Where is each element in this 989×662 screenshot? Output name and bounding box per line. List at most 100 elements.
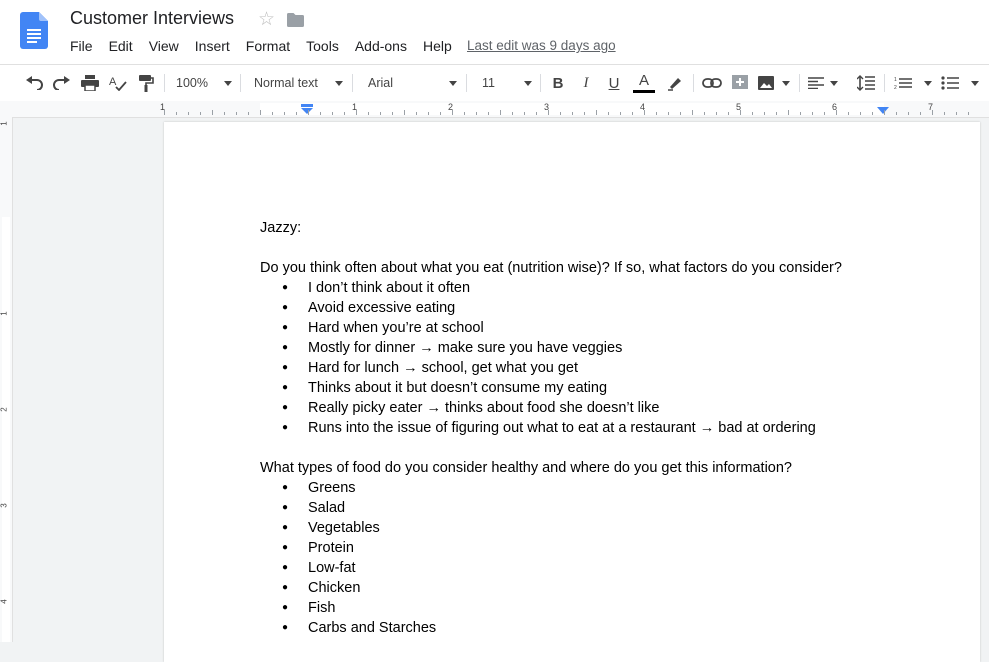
ruler-tick — [620, 112, 621, 115]
folder-icon[interactable] — [287, 13, 304, 27]
document-body[interactable]: Jazzy: Do you think often about what you… — [260, 218, 960, 638]
ruler-tick — [524, 112, 525, 115]
italic-button[interactable]: I — [577, 73, 595, 93]
list-item: Carbs and Starches — [260, 618, 960, 638]
add-comment-icon[interactable] — [730, 73, 750, 93]
ruler-tick — [944, 112, 945, 115]
menu-addons[interactable]: Add-ons — [347, 36, 415, 56]
font-value: Arial — [368, 76, 394, 90]
star-icon[interactable]: ☆ — [258, 8, 275, 31]
answer-list-2: Greens Salad Vegetables Protein Low-fat … — [260, 478, 960, 638]
menu-help[interactable]: Help — [415, 36, 460, 56]
image-icon — [758, 76, 774, 90]
ruler-tick — [536, 112, 537, 115]
menu-tools[interactable]: Tools — [298, 36, 347, 56]
docs-logo-icon[interactable] — [20, 12, 48, 49]
link-icon[interactable] — [701, 73, 723, 93]
ruler-tick — [668, 112, 669, 115]
list-item: Really picky eater → thinks about food s… — [260, 398, 960, 418]
text-color-icon: A — [638, 71, 649, 89]
ruler-tick — [260, 110, 261, 115]
ruler-tick — [512, 112, 513, 115]
chevron-down-icon — [782, 80, 790, 86]
zoom-select[interactable]: 100% — [176, 73, 232, 93]
ruler-tick — [656, 112, 657, 115]
style-value: Normal text — [254, 76, 318, 90]
font-select[interactable]: Arial — [368, 73, 457, 93]
ruler-tick — [572, 112, 573, 115]
document-page[interactable]: Jazzy: Do you think often about what you… — [164, 122, 980, 662]
document-title[interactable]: Customer Interviews — [70, 8, 234, 29]
underline-button[interactable]: U — [605, 73, 623, 93]
last-edit-link[interactable]: Last edit was 9 days ago — [467, 38, 616, 53]
ruler-tick — [236, 112, 237, 115]
ruler-tick — [284, 112, 285, 115]
ruler-tick — [440, 112, 441, 115]
question-1: Do you think often about what you eat (n… — [260, 260, 842, 276]
ruler-tick — [212, 110, 213, 115]
answer-list-1: I don’t think about it often Avoid exces… — [260, 278, 960, 438]
undo-icon[interactable] — [24, 73, 44, 93]
horizontal-ruler[interactable]: 1 1 2 3 4 5 6 7 — [0, 101, 989, 118]
bulleted-list-button[interactable] — [941, 73, 979, 93]
list-item: Fish — [260, 598, 960, 618]
list-item: Chicken — [260, 578, 960, 598]
app-header: Customer Interviews ☆ File Edit View Ins… — [0, 0, 989, 64]
redo-icon[interactable] — [52, 73, 72, 93]
ruler-tick — [464, 112, 465, 115]
menu-view[interactable]: View — [141, 36, 187, 56]
ruler-tick — [548, 110, 549, 115]
ruler-tick — [692, 110, 693, 115]
ruler-tick — [392, 112, 393, 115]
list-item: Salad — [260, 498, 960, 518]
ruler-tick — [416, 112, 417, 115]
menu-format[interactable]: Format — [238, 36, 298, 56]
style-select[interactable]: Normal text — [254, 73, 343, 93]
insert-image-button[interactable] — [758, 73, 790, 93]
ruler-tick — [920, 112, 921, 115]
toolbar: A 100% Normal text Arial 11 B I U A 1 2 — [0, 64, 989, 102]
list-item: Low-fat — [260, 558, 960, 578]
left-indent-marker-icon[interactable] — [301, 104, 313, 114]
paint-format-icon[interactable] — [136, 73, 156, 93]
list-item: Greens — [260, 478, 960, 498]
ruler-tick — [824, 112, 825, 115]
ruler-tick — [872, 112, 873, 115]
svg-text:2: 2 — [894, 85, 897, 90]
ruler-tick — [716, 112, 717, 115]
align-button[interactable] — [808, 73, 838, 93]
menu-insert[interactable]: Insert — [187, 36, 238, 56]
spellcheck-icon[interactable]: A — [108, 73, 128, 93]
numbered-list-icon: 12 — [894, 77, 912, 90]
numbered-list-button[interactable]: 12 — [894, 73, 932, 93]
ruler-tick — [836, 110, 837, 115]
ruler-tick — [452, 110, 453, 115]
menu-edit[interactable]: Edit — [101, 36, 141, 56]
ruler-tick — [560, 112, 561, 115]
font-size-select[interactable]: 11 — [482, 73, 532, 93]
ruler-tick — [380, 112, 381, 115]
bold-button[interactable]: B — [549, 73, 567, 93]
ruler-tick — [932, 110, 933, 115]
highlight-icon[interactable] — [665, 73, 685, 93]
text-color-button[interactable]: A — [633, 73, 655, 93]
right-indent-marker-icon[interactable] — [877, 107, 889, 115]
zoom-value: 100% — [176, 76, 208, 90]
font-size-value: 11 — [482, 76, 495, 90]
ruler-tick — [644, 110, 645, 115]
ruler-tick — [860, 112, 861, 115]
ruler-tick — [320, 112, 321, 115]
ruler-tick — [704, 112, 705, 115]
ruler-tick — [956, 112, 957, 115]
line-spacing-icon[interactable] — [856, 73, 876, 93]
print-icon[interactable] — [80, 73, 100, 93]
svg-text:1: 1 — [894, 77, 897, 83]
ruler-tick — [800, 112, 801, 115]
vruler-number: 2 — [0, 407, 9, 412]
ruler-tick — [404, 110, 405, 115]
ruler-tick — [368, 112, 369, 115]
ruler-tick — [428, 112, 429, 115]
list-item: I don’t think about it often — [260, 278, 960, 298]
menu-file[interactable]: File — [62, 36, 101, 56]
